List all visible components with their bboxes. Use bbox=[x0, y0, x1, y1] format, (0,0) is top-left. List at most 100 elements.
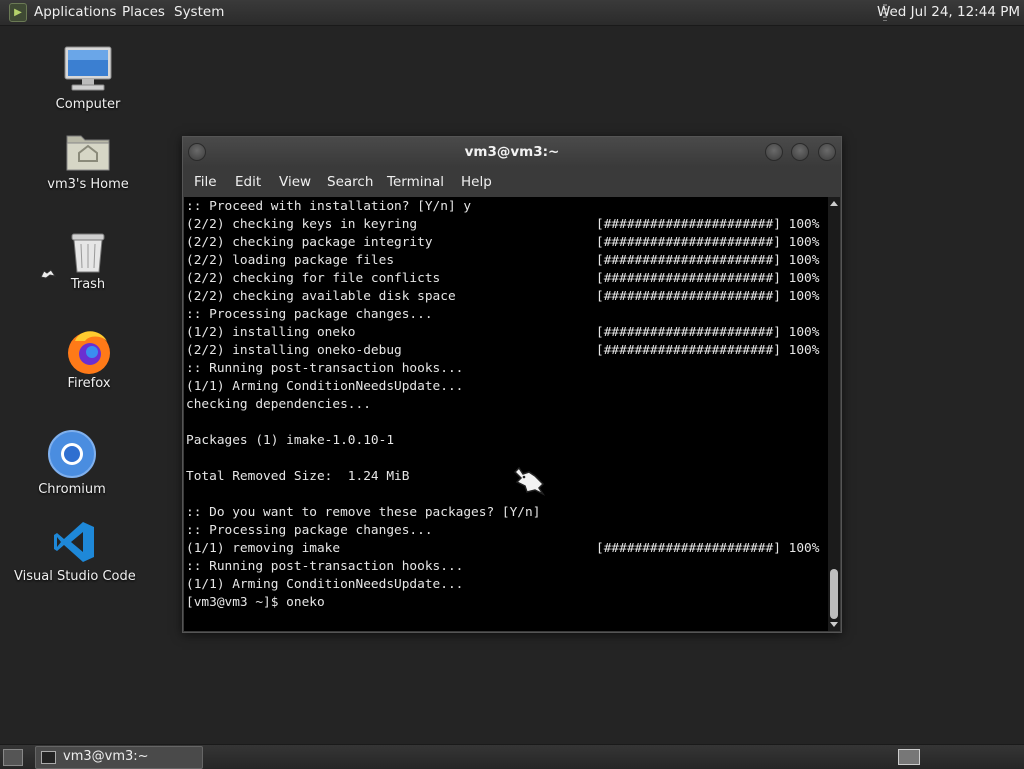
terminal-line-text: (1/2) installing oneko bbox=[186, 325, 356, 340]
desktop-icon-chromium[interactable]: Chromium bbox=[34, 428, 110, 500]
menu-help[interactable]: Help bbox=[461, 174, 492, 190]
show-desktop-icon[interactable] bbox=[3, 749, 23, 766]
desktop-icon-firefox[interactable]: Firefox bbox=[58, 325, 120, 395]
terminal-output[interactable]: :: Proceed with installation? [Y/n] y(2/… bbox=[184, 197, 828, 631]
terminal-line: :: Running post-transaction hooks... bbox=[186, 360, 826, 378]
terminal-line: :: Running post-transaction hooks... bbox=[186, 558, 826, 576]
terminal-menubar: File Edit View Search Terminal Help bbox=[183, 167, 841, 197]
terminal-window[interactable]: vm3@vm3:~ File Edit View Search Terminal… bbox=[182, 136, 842, 633]
terminal-line: [vm3@vm3 ~]$ oneko bbox=[186, 594, 826, 612]
terminal-line: (2/2) checking available disk space [####… bbox=[186, 288, 826, 306]
terminal-line-text: :: Processing package changes... bbox=[186, 523, 433, 538]
menu-places[interactable]: Places bbox=[122, 4, 165, 20]
close-button[interactable] bbox=[818, 143, 836, 161]
applications-logo-icon[interactable]: ▶ bbox=[9, 3, 27, 22]
progress-bar-text: [######################] 100% bbox=[596, 235, 820, 250]
terminal-line-text: (1/1) removing imake bbox=[186, 541, 341, 556]
terminal-line: (1/1) Arming ConditionNeedsUpdate... bbox=[186, 576, 826, 594]
trash-icon bbox=[71, 233, 105, 273]
oneko-cat-icon bbox=[513, 466, 546, 496]
desktop-icon-label: Visual Studio Code bbox=[14, 569, 136, 584]
menu-file[interactable]: File bbox=[194, 174, 217, 190]
taskbar-button-terminal[interactable]: vm3@vm3:~ bbox=[35, 746, 203, 769]
menu-view[interactable]: View bbox=[279, 174, 311, 190]
menu-system[interactable]: System bbox=[174, 4, 224, 20]
terminal-line: :: Processing package changes... bbox=[186, 522, 826, 540]
scrollbar-thumb[interactable] bbox=[830, 569, 838, 619]
desktop-icon-label: vm3's Home bbox=[47, 177, 129, 192]
terminal-line: checking dependencies... bbox=[186, 396, 826, 414]
desktop-icon-label: Firefox bbox=[67, 376, 111, 391]
terminal-line: (2/2) checking keys in keyring [#########… bbox=[186, 216, 826, 234]
menu-applications[interactable]: Applications bbox=[34, 4, 116, 20]
progress-bar-text: [######################] 100% bbox=[596, 541, 820, 556]
terminal-line-text: (2/2) checking available disk space bbox=[186, 289, 456, 304]
desktop-icon-vscode[interactable]: Visual Studio Code bbox=[14, 520, 136, 586]
menu-search[interactable]: Search bbox=[327, 174, 373, 190]
terminal-scrollbar[interactable] bbox=[828, 197, 840, 631]
bottom-panel: vm3@vm3:~ bbox=[0, 744, 1024, 769]
desktop-icon-home[interactable]: vm3's Home bbox=[38, 128, 138, 198]
terminal-line-text: (1/1) Arming ConditionNeedsUpdate... bbox=[186, 577, 464, 592]
terminal-line-text: (2/2) installing oneko-debug bbox=[186, 343, 402, 358]
minimize-button[interactable] bbox=[765, 143, 783, 161]
terminal-line: (2/2) checking package integrity [#######… bbox=[186, 234, 826, 252]
progress-bar-text: [######################] 100% bbox=[596, 343, 820, 358]
terminal-line-text: [vm3@vm3 ~]$ oneko bbox=[186, 595, 325, 610]
desktop-icon-label: Computer bbox=[55, 97, 121, 112]
home-folder-icon bbox=[66, 135, 110, 171]
terminal-line: Total Removed Size: 1.24 MiB bbox=[186, 468, 826, 486]
menu-terminal[interactable]: Terminal bbox=[387, 174, 444, 190]
progress-bar-text: [######################] 100% bbox=[596, 271, 820, 286]
terminal-line-text: (2/2) checking keys in keyring bbox=[186, 217, 418, 232]
terminal-icon bbox=[41, 751, 56, 764]
vscode-icon bbox=[54, 522, 94, 562]
terminal-line-text: (2/2) checking for file conflicts bbox=[186, 271, 441, 286]
terminal-line: Packages (1) imake-1.0.10-1 bbox=[186, 432, 826, 450]
progress-bar-text: [######################] 100% bbox=[596, 325, 820, 340]
maximize-button[interactable] bbox=[791, 143, 809, 161]
menu-edit[interactable]: Edit bbox=[235, 174, 261, 190]
window-titlebar[interactable]: vm3@vm3:~ bbox=[183, 137, 841, 167]
desktop-icon-trash[interactable]: Trash bbox=[58, 228, 118, 294]
terminal-line-text: :: Running post-transaction hooks... bbox=[186, 361, 464, 376]
taskbar-button-label: vm3@vm3:~ bbox=[63, 749, 149, 764]
computer-icon bbox=[64, 46, 112, 91]
desktop-icon-label: Chromium bbox=[38, 482, 106, 497]
terminal-line-text: :: Do you want to remove these packages?… bbox=[186, 505, 541, 520]
terminal-line-text: (2/2) loading package files bbox=[186, 253, 395, 268]
terminal-line-text: checking dependencies... bbox=[186, 397, 371, 412]
terminal-line: (2/2) loading package files [############… bbox=[186, 252, 826, 270]
desktop-icon-computer[interactable]: Computer bbox=[48, 44, 128, 114]
terminal-line-text: (2/2) checking package integrity bbox=[186, 235, 433, 250]
desktop-icon-label: Trash bbox=[70, 277, 106, 292]
terminal-line-text: :: Processing package changes... bbox=[186, 307, 433, 322]
progress-bar-text: [######################] 100% bbox=[596, 217, 820, 232]
chromium-icon bbox=[48, 430, 96, 478]
oneko-cat-icon bbox=[40, 269, 56, 279]
terminal-line: (2/2) checking for file conflicts [######… bbox=[186, 270, 826, 288]
terminal-line: :: Do you want to remove these packages?… bbox=[186, 504, 826, 522]
terminal-line: (1/2) installing oneko [#################… bbox=[186, 324, 826, 342]
firefox-icon bbox=[68, 331, 110, 374]
scroll-down-arrow-icon[interactable] bbox=[830, 622, 838, 627]
terminal-line-text: :: Running post-transaction hooks... bbox=[186, 559, 464, 574]
progress-bar-text: [######################] 100% bbox=[596, 253, 820, 268]
terminal-line: (1/1) removing imake [###################… bbox=[186, 540, 826, 558]
clock[interactable]: Wed Jul 24, 12:44 PM bbox=[877, 4, 1020, 20]
terminal-line: (2/2) installing oneko-debug [###########… bbox=[186, 342, 826, 360]
terminal-line-text: Total Removed Size: 1.24 MiB bbox=[186, 469, 410, 484]
progress-bar-text: [######################] 100% bbox=[596, 289, 820, 304]
terminal-line: :: Proceed with installation? [Y/n] y bbox=[186, 198, 826, 216]
terminal-line-text: (1/1) Arming ConditionNeedsUpdate... bbox=[186, 379, 464, 394]
window-title: vm3@vm3:~ bbox=[464, 144, 560, 160]
terminal-line-text: Packages (1) imake-1.0.10-1 bbox=[186, 433, 395, 448]
top-panel: ▶ Applications Places System Wed Jul 24,… bbox=[0, 0, 1024, 26]
workspace-switcher[interactable] bbox=[898, 749, 920, 765]
terminal-line-text: :: Proceed with installation? [Y/n] y bbox=[186, 199, 472, 214]
terminal-line: (1/1) Arming ConditionNeedsUpdate... bbox=[186, 378, 826, 396]
terminal-line: :: Processing package changes... bbox=[186, 306, 826, 324]
scroll-up-arrow-icon[interactable] bbox=[830, 201, 838, 206]
